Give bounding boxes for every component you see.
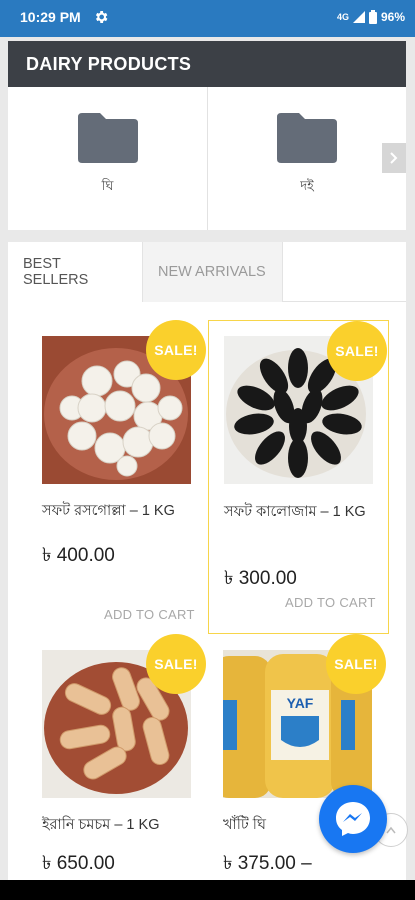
product-price: ৳ 300.00 xyxy=(224,568,297,589)
category-item-doi[interactable]: দই xyxy=(207,87,406,230)
battery-level: 96% xyxy=(380,9,405,24)
product-title[interactable]: সফট কালোজাম – 1 KG xyxy=(224,501,374,523)
page-content: DAIRY PRODUCTS ঘি দই BEST SELLERS NEW AR… xyxy=(0,37,415,880)
signal-label: 4G xyxy=(336,11,349,22)
messenger-chat-button[interactable] xyxy=(319,785,387,853)
system-navigation-bar xyxy=(0,880,415,900)
svg-text:YAF: YAF xyxy=(287,695,314,711)
sale-badge: SALE! xyxy=(327,321,387,381)
messenger-icon xyxy=(336,802,370,836)
folder-icon xyxy=(277,113,337,163)
folder-icon xyxy=(77,113,138,163)
chevron-up-icon xyxy=(386,826,396,834)
product-title[interactable]: ইরানি চমচম – 1 KG xyxy=(42,814,192,836)
signal-icon xyxy=(352,10,365,23)
product-title[interactable]: সফট রসগোল্লা – 1 KG xyxy=(42,500,192,522)
category-title: DAIRY PRODUCTS xyxy=(8,41,406,87)
chevron-right-icon xyxy=(390,152,398,164)
status-indicators: 4G 96% xyxy=(336,9,405,24)
product-price: ৳ 650.00 xyxy=(42,853,115,874)
category-label: ঘি xyxy=(101,178,114,193)
category-panel: DAIRY PRODUCTS ঘি দই xyxy=(8,41,406,230)
products-panel: BEST SELLERS NEW ARRIVALS SALE! সফট রসগো… xyxy=(8,242,406,880)
gear-icon xyxy=(95,10,108,23)
product-price: ৳ 375.00 – xyxy=(223,853,312,874)
product-card[interactable]: SALE! সফট কালোজাম – 1 KG ৳ 300.00 ADD TO… xyxy=(208,320,389,634)
carousel-next-button[interactable] xyxy=(382,143,406,173)
product-price: ৳ 400.00 xyxy=(42,545,115,566)
product-tabs: BEST SELLERS NEW ARRIVALS xyxy=(8,242,406,302)
battery-icon xyxy=(368,9,377,24)
add-to-cart-button[interactable]: ADD TO CART xyxy=(285,595,376,610)
product-card[interactable]: SALE! ইরানি চমচম – 1 KG ৳ 650.00 xyxy=(26,634,207,874)
category-carousel: ঘি দই xyxy=(8,87,406,230)
tab-new-arrivals[interactable]: NEW ARRIVALS xyxy=(142,242,283,302)
add-to-cart-button[interactable]: ADD TO CART xyxy=(104,607,195,622)
sale-badge: SALE! xyxy=(146,634,206,694)
status-time: 10:29 PM xyxy=(20,8,81,25)
tab-best-sellers[interactable]: BEST SELLERS xyxy=(8,242,142,302)
product-card[interactable]: SALE! সফট রসগোল্লা – 1 KG ৳ 400.00 xyxy=(26,320,207,566)
category-item-ghee[interactable]: ঘি xyxy=(8,87,207,230)
status-bar: 10:29 PM 4G 96% xyxy=(0,0,415,33)
sale-badge: SALE! xyxy=(146,320,206,380)
sale-badge: SALE! xyxy=(326,634,386,694)
category-label: দই xyxy=(300,178,314,193)
